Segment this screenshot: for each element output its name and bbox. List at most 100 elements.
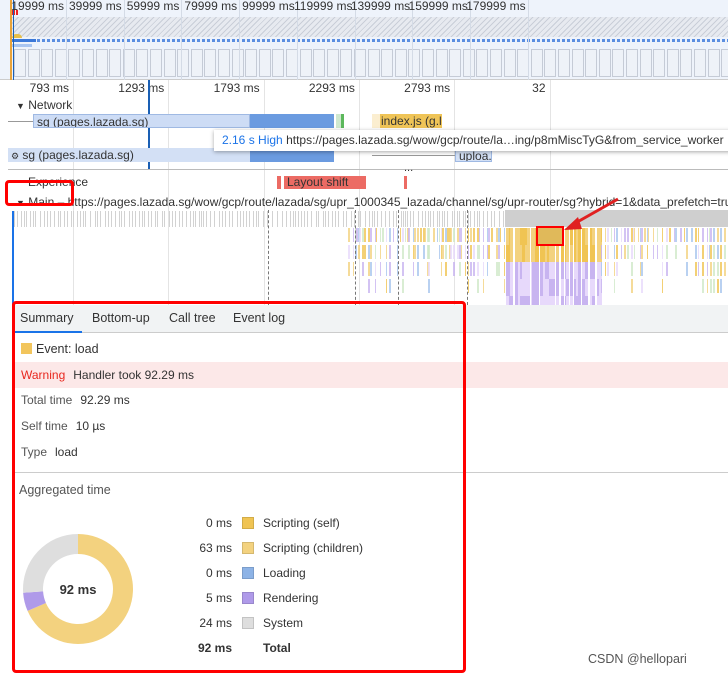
frame-box[interactable] [82, 49, 94, 77]
frame-box[interactable] [612, 49, 625, 77]
flame-event[interactable] [526, 228, 530, 245]
flame-event[interactable] [724, 262, 726, 276]
flame-event[interactable] [717, 262, 719, 276]
layout-shift-bar[interactable]: Layout shift [284, 176, 366, 189]
flame-event[interactable] [385, 279, 388, 293]
flame-event[interactable] [473, 228, 475, 242]
flame-event[interactable] [720, 279, 722, 293]
task-tick[interactable] [151, 211, 153, 227]
flame-event[interactable] [420, 228, 422, 242]
frame-box[interactable] [707, 49, 720, 77]
flame-event[interactable] [450, 245, 452, 259]
flame-event[interactable] [581, 279, 585, 296]
task-tick[interactable] [253, 211, 255, 227]
flame-event[interactable] [620, 245, 623, 259]
task-tick[interactable] [360, 211, 362, 227]
task-tick[interactable] [409, 211, 411, 227]
flame-event[interactable] [402, 262, 404, 276]
flame-event[interactable] [482, 279, 485, 293]
task-tick[interactable] [498, 211, 500, 227]
frame-box[interactable] [136, 49, 149, 77]
task-tick[interactable] [272, 211, 274, 227]
task-tick[interactable] [388, 211, 390, 227]
flame-event[interactable] [498, 262, 500, 276]
task-tick[interactable] [118, 211, 120, 227]
resize-handle[interactable]: ... [404, 162, 413, 174]
flame-event[interactable] [702, 245, 704, 259]
task-tick[interactable] [262, 211, 264, 227]
flame-event[interactable] [445, 262, 447, 276]
flame-event[interactable] [379, 262, 382, 276]
flame-event[interactable] [379, 245, 382, 259]
frame-box[interactable] [490, 49, 502, 77]
task-tick[interactable] [225, 211, 227, 227]
flame-event[interactable] [510, 245, 514, 262]
flame-event[interactable] [717, 279, 719, 293]
task-tick[interactable] [110, 211, 112, 227]
task-tick[interactable] [372, 211, 374, 227]
task-tick[interactable] [138, 211, 140, 227]
flame-event[interactable] [362, 262, 364, 276]
task-tick[interactable] [350, 211, 352, 227]
task-tick[interactable] [107, 211, 109, 227]
task-tick[interactable] [342, 211, 344, 227]
frame-box[interactable] [422, 49, 434, 77]
flame-event[interactable] [569, 245, 573, 262]
flame-event[interactable] [561, 262, 565, 279]
task-tick[interactable] [39, 211, 41, 227]
frame-box[interactable] [27, 49, 40, 77]
task-tick[interactable] [444, 211, 446, 227]
layout-shift-marker[interactable] [277, 176, 281, 189]
flame-event[interactable] [488, 245, 490, 259]
task-tick[interactable] [96, 211, 98, 227]
flame-event[interactable] [607, 245, 609, 259]
frame-box[interactable] [462, 49, 475, 77]
frame-box[interactable] [449, 49, 462, 77]
flame-event[interactable] [404, 228, 407, 242]
task-tick[interactable] [219, 211, 221, 227]
flame-event[interactable] [566, 262, 570, 279]
flame-event[interactable] [616, 262, 618, 276]
flame-event[interactable] [536, 245, 540, 262]
frame-box[interactable] [721, 49, 728, 77]
task-tick[interactable] [232, 211, 234, 227]
task-tick[interactable] [222, 211, 224, 227]
flame-event[interactable] [473, 262, 475, 276]
task-tick[interactable] [156, 211, 158, 227]
flame-event[interactable] [482, 262, 485, 276]
flame-event[interactable] [661, 262, 664, 276]
flame-event[interactable] [498, 245, 500, 259]
task-tick[interactable] [29, 211, 31, 227]
task-tick[interactable] [315, 211, 317, 227]
task-tick[interactable] [318, 211, 320, 227]
task-tick[interactable] [214, 211, 216, 227]
flame-event[interactable] [442, 228, 444, 242]
flame-event[interactable] [713, 245, 715, 259]
task-tick[interactable] [123, 211, 125, 227]
task-tick[interactable] [255, 211, 257, 227]
frame-box[interactable] [258, 49, 271, 77]
flame-event[interactable] [666, 245, 668, 259]
flame-event[interactable] [706, 279, 709, 293]
flame-event[interactable] [646, 245, 649, 259]
frame-box[interactable] [272, 49, 285, 77]
task-tick[interactable] [332, 211, 334, 227]
flame-event[interactable] [417, 245, 419, 259]
flame-event[interactable] [644, 228, 646, 242]
task-tick[interactable] [128, 211, 130, 227]
frame-box[interactable] [177, 49, 190, 77]
flame-event[interactable] [364, 245, 366, 259]
flame-event[interactable] [641, 279, 643, 293]
flame-event[interactable] [385, 262, 388, 276]
frame-box[interactable] [639, 49, 652, 77]
flame-event[interactable] [581, 245, 585, 262]
flame-event[interactable] [624, 228, 626, 242]
flame-event[interactable] [352, 262, 355, 276]
task-tick[interactable] [190, 211, 192, 227]
frame-box[interactable] [354, 49, 366, 77]
flame-event[interactable] [552, 262, 556, 279]
frame-box[interactable] [204, 49, 217, 77]
flame-event[interactable] [585, 262, 589, 279]
flame-event[interactable] [526, 262, 530, 279]
task-tick[interactable] [357, 211, 359, 227]
